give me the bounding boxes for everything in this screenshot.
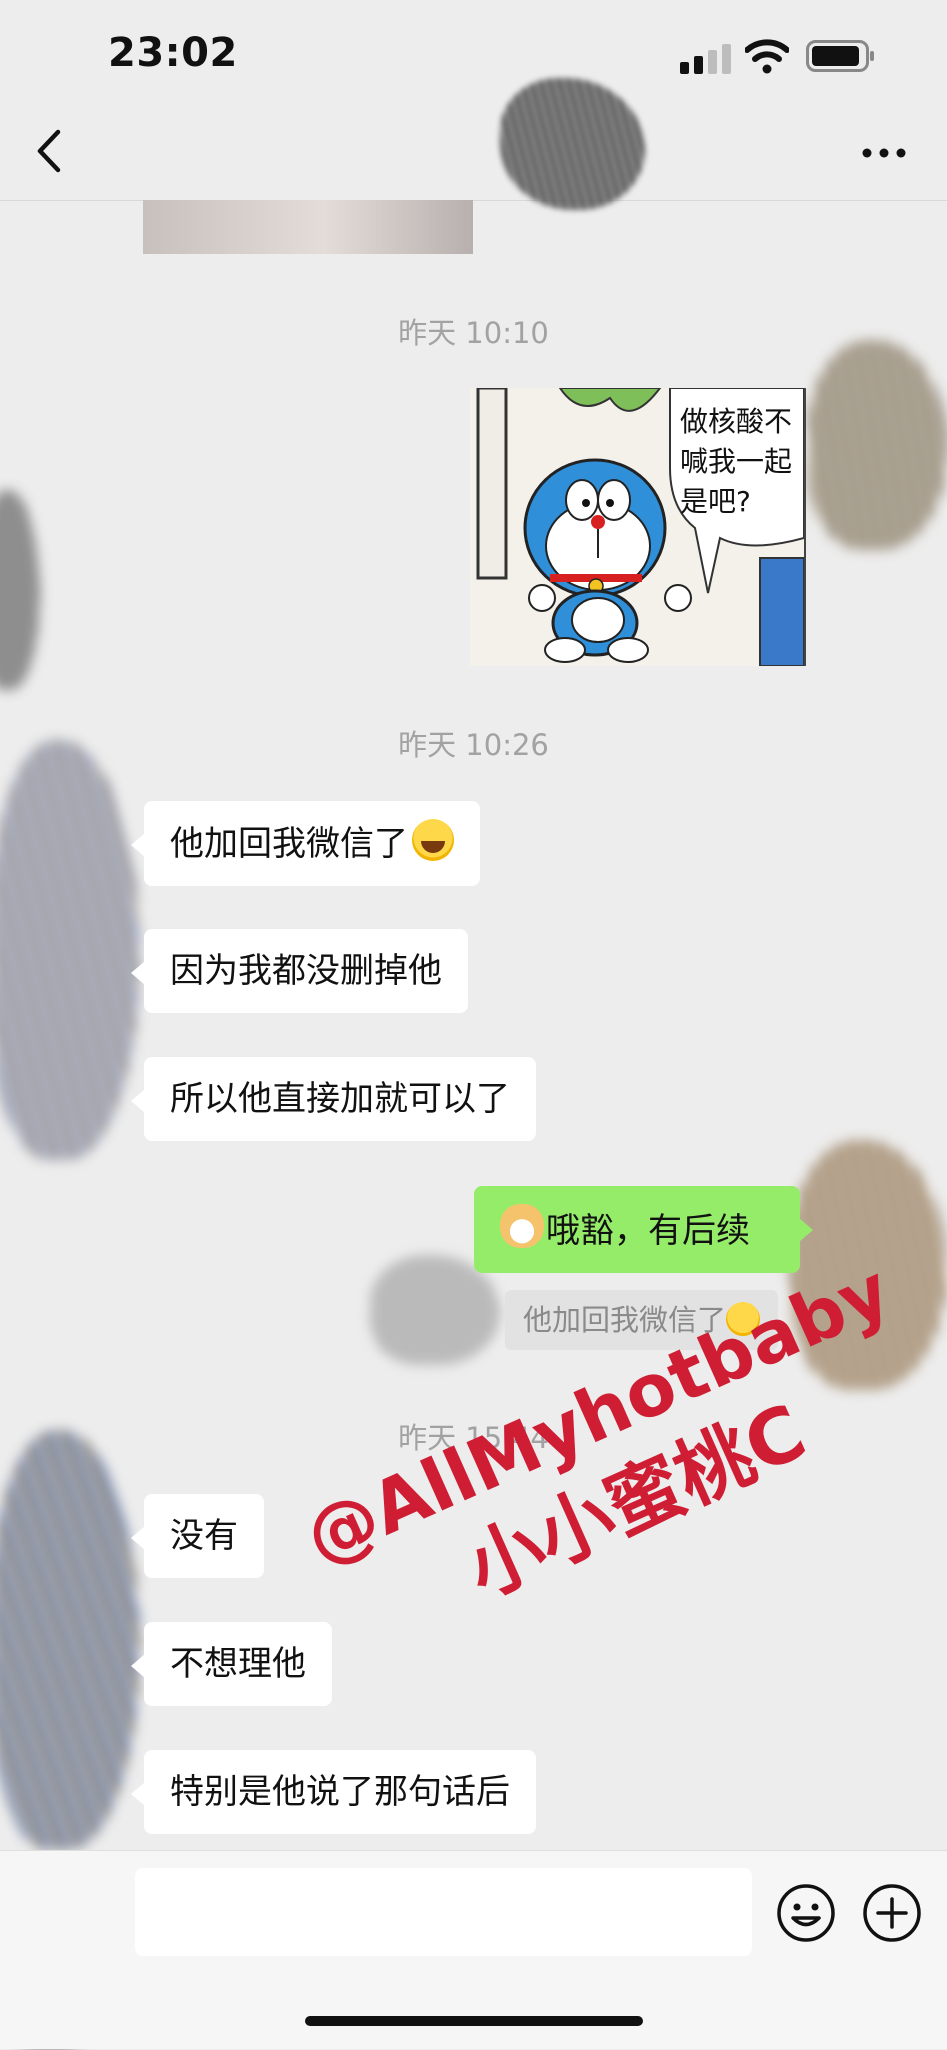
laugh-cry-emoji-icon — [726, 1302, 761, 1336]
message-text: 特别是他说了那句话后 — [170, 1772, 510, 1812]
sticker-message[interactable]: 做核酸不喊我一起是吧? — [470, 388, 806, 666]
incoming-message[interactable]: 没有 — [131, 1494, 264, 1578]
wifi-icon — [745, 39, 789, 74]
dog-emoji-icon — [500, 1204, 544, 1248]
signal-icon — [680, 44, 731, 74]
emoji-face-icon[interactable] — [776, 1883, 836, 1943]
incoming-message[interactable]: 特别是他说了那句话后 — [131, 1750, 536, 1834]
quoted-text: 他加回我微信了 — [523, 1303, 727, 1337]
timestamp: 昨天 10:26 — [398, 728, 549, 762]
back-icon[interactable] — [28, 126, 68, 176]
incoming-message[interactable]: 所以他直接加就可以了 — [131, 1057, 536, 1141]
home-indicator — [305, 2016, 643, 2026]
more-icon[interactable] — [862, 148, 906, 158]
message-text: 因为我都没删掉他 — [170, 951, 442, 991]
redaction-smudge — [808, 340, 947, 550]
status-time: 23:02 — [108, 30, 238, 76]
message-text: 不想理他 — [170, 1644, 306, 1684]
previous-image-message[interactable] — [143, 200, 473, 254]
incoming-message[interactable]: 因为我都没删掉他 — [131, 929, 468, 1013]
message-text: 所以他直接加就可以了 — [170, 1079, 510, 1119]
timestamp: 昨天 15:44 — [398, 1421, 549, 1455]
laugh-cry-emoji-icon — [412, 819, 454, 861]
battery-icon — [806, 40, 874, 72]
redaction-smudge — [0, 490, 40, 690]
incoming-message[interactable]: 不想理他 — [131, 1622, 332, 1706]
plus-icon[interactable] — [862, 1883, 922, 1943]
timestamp: 昨天 10:10 — [398, 316, 549, 350]
redaction-smudge — [790, 1140, 947, 1390]
message-text: 哦豁，有后续 — [546, 1211, 750, 1251]
redaction-smudge — [0, 740, 140, 1160]
message-text: 他加回我微信了 — [170, 824, 408, 864]
quoted-reply[interactable]: 他加回我微信了 — [505, 1290, 779, 1350]
redaction-smudge — [0, 1430, 140, 1850]
sticker-caption: 做核酸不喊我一起是吧? — [680, 405, 793, 518]
message-text: 没有 — [170, 1516, 238, 1556]
redaction-scribble — [500, 78, 645, 210]
message-input[interactable] — [135, 1868, 752, 1956]
incoming-message[interactable]: 他加回我微信了 — [131, 801, 480, 886]
outgoing-message[interactable]: 哦豁，有后续 — [474, 1186, 813, 1273]
